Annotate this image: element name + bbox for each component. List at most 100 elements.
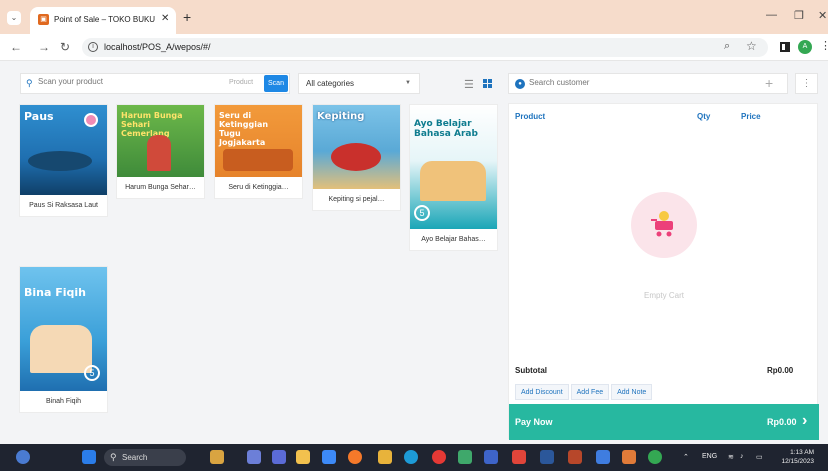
product-search-input[interactable]: [38, 77, 218, 86]
cover-title: Kepiting: [317, 111, 365, 122]
zoom-icon[interactable]: ⌕: [724, 40, 730, 53]
clock-date: 12/15/2023: [781, 458, 814, 465]
product-cover-image: Bina Fiqih 5: [20, 267, 107, 391]
product-card[interactable]: Bina Fiqih 5 Binah Fiqih: [20, 267, 107, 412]
product-cover-image: Paus: [20, 105, 107, 195]
teams-icon[interactable]: [272, 450, 286, 464]
cover-title: Harum Bunga Sehari Cemerlang: [121, 111, 183, 138]
product-card[interactable]: Ayo Belajar Bahasa Arab 5 Ayo Belajar Ba…: [410, 105, 497, 250]
browser-tab-strip: ⌄ ▣ Point of Sale – TOKO BUKU CE… ✕ + — …: [0, 0, 828, 34]
add-customer-icon[interactable]: +: [765, 75, 773, 91]
edge-icon[interactable]: [404, 450, 418, 464]
close-window-icon[interactable]: ✕: [818, 9, 827, 22]
widgets-icon[interactable]: [210, 450, 224, 464]
app-icon[interactable]: [458, 450, 472, 464]
pay-now-label: Pay Now: [515, 417, 553, 427]
product-name: Binah Fiqih: [45, 398, 82, 405]
user-icon: ●: [515, 79, 525, 89]
product-name: Kepiting si pejal…: [328, 196, 385, 203]
side-panel-icon[interactable]: [780, 42, 790, 52]
bookmark-star-icon[interactable]: ☆: [746, 39, 757, 53]
grid-view-icon[interactable]: [483, 79, 492, 88]
tab-title: Point of Sale – TOKO BUKU CE…: [54, 15, 156, 24]
taskbar: ⚲ Search ⌃ ENG ≋ ♪ ▭ 1:13 AM 12/15/2023: [0, 444, 828, 471]
add-note-button[interactable]: Add Note: [611, 384, 653, 400]
empty-cart-label: Empty Cart: [643, 291, 684, 300]
url-omnibox[interactable]: i localhost/POS_A/wepos/#/ ⌕ ☆: [82, 38, 768, 57]
powerpoint-icon[interactable]: [568, 450, 582, 464]
store-icon[interactable]: [322, 450, 336, 464]
product-card[interactable]: Seru di Ketinggian Tugu Jogjakarta Seru …: [215, 105, 302, 198]
add-fee-button[interactable]: Add Fee: [570, 384, 610, 400]
cart-panel: ● + ⋮ Product Qty Price Empty Cart Subto…: [508, 73, 819, 440]
wifi-icon[interactable]: ≋: [728, 453, 734, 461]
app-icon[interactable]: [596, 450, 610, 464]
product-cover-image: Harum Bunga Sehari Cemerlang: [117, 105, 204, 177]
product-name: Ayo Belajar Bahas…: [421, 236, 486, 243]
new-tab-plus-icon[interactable]: +: [183, 9, 191, 25]
col-product-header: Product: [515, 112, 546, 121]
product-card[interactable]: Harum Bunga Sehari Cemerlang Harum Bunga…: [117, 105, 204, 198]
col-price-header: Price: [741, 112, 761, 121]
clock-time: 1:13 AM: [790, 449, 814, 456]
list-view-icon[interactable]: ☰: [464, 78, 474, 91]
product-name: Harum Bunga Sehar…: [125, 184, 196, 191]
vscode-icon[interactable]: [484, 450, 498, 464]
tray-chevron-up-icon[interactable]: ⌃: [683, 453, 689, 461]
address-bar: ← → ↻ i localhost/POS_A/wepos/#/ ⌕ ☆ A ⋮: [0, 34, 828, 61]
pos-app: ⚲ Product Scan All categories ▼ ☰ Paus P…: [0, 61, 828, 444]
product-card[interactable]: Kepiting Kepiting si pejal…: [313, 105, 400, 210]
weather-widget-icon[interactable]: [16, 450, 30, 464]
browser-menu-icon[interactable]: ⋮: [820, 39, 828, 52]
pay-now-button[interactable]: Pay Now Rp0.00 ›: [509, 404, 819, 440]
forward-arrow-icon[interactable]: →: [38, 40, 50, 54]
tab-close-icon[interactable]: ✕: [161, 13, 169, 24]
url-text[interactable]: localhost/POS_A/wepos/#/: [104, 42, 211, 52]
task-view-icon[interactable]: [247, 450, 261, 464]
taskbar-search-label: Search: [122, 453, 148, 462]
subtotal-value: Rp0.00: [767, 366, 794, 375]
product-card[interactable]: Paus Paus Si Raksasa Laut: [20, 105, 107, 216]
scan-search-icon: ⚲: [26, 78, 33, 88]
minimize-icon[interactable]: —: [766, 9, 777, 21]
app-icon[interactable]: [622, 450, 636, 464]
app-icon[interactable]: [378, 450, 392, 464]
cart-options-icon[interactable]: ⋮: [795, 73, 818, 94]
shopping-cart-icon: [651, 211, 673, 237]
word-icon[interactable]: [540, 450, 554, 464]
chevron-right-icon: ›: [802, 412, 808, 429]
product-cover-image: Seru di Ketinggian Tugu Jogjakarta: [215, 105, 302, 177]
category-select[interactable]: All categories ▼: [298, 73, 420, 94]
customer-search-bar: ● +: [508, 73, 788, 94]
product-mode-label[interactable]: Product: [229, 79, 253, 86]
chrome-icon[interactable]: [648, 450, 662, 464]
scan-button[interactable]: Scan: [264, 75, 288, 92]
app-icon[interactable]: [512, 450, 526, 464]
search-icon: ⚲: [110, 452, 117, 462]
opera-icon[interactable]: [432, 450, 446, 464]
firefox-icon[interactable]: [348, 450, 362, 464]
language-indicator[interactable]: ENG: [702, 453, 717, 460]
windows-start-icon[interactable]: [82, 450, 96, 464]
product-search-bar: ⚲ Product Scan: [20, 73, 290, 94]
reload-icon[interactable]: ↻: [60, 40, 70, 54]
battery-icon[interactable]: ▭: [756, 453, 763, 461]
taskbar-clock[interactable]: 1:13 AM 12/15/2023: [776, 448, 814, 466]
add-discount-button[interactable]: Add Discount: [515, 384, 569, 400]
restore-icon[interactable]: ❐: [794, 9, 804, 22]
profile-avatar[interactable]: A: [798, 40, 812, 54]
category-select-value: All categories: [306, 79, 355, 88]
col-qty-header: Qty: [697, 112, 711, 121]
empty-cart-illustration: [631, 192, 697, 258]
product-name: Paus Si Raksasa Laut: [29, 202, 98, 209]
back-arrow-icon[interactable]: ←: [10, 40, 22, 54]
customer-search-input[interactable]: [529, 78, 749, 87]
volume-icon[interactable]: ♪: [740, 453, 744, 460]
cover-title: Bina Fiqih: [24, 286, 86, 299]
file-explorer-icon[interactable]: [296, 450, 310, 464]
browser-tab[interactable]: ▣ Point of Sale – TOKO BUKU CE… ✕: [30, 7, 176, 34]
taskbar-search[interactable]: ⚲ Search: [104, 449, 186, 466]
product-cover-image: Ayo Belajar Bahasa Arab 5: [410, 105, 497, 229]
site-info-icon[interactable]: i: [88, 42, 98, 52]
tab-search-chevron-icon[interactable]: ⌄: [7, 11, 21, 25]
